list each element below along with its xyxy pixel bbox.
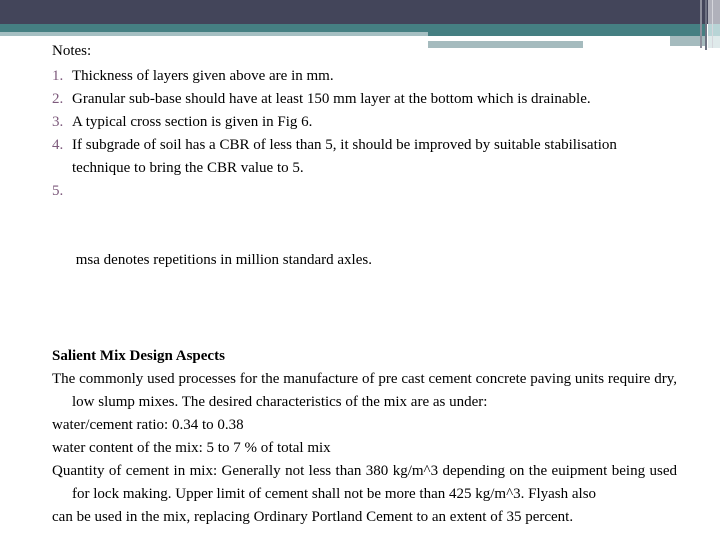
header-white-line — [428, 36, 670, 39]
mix-intro-paragraph: The commonly used processes for the manu… — [52, 371, 677, 410]
note-item: 5. msa denotes repetitions in million st… — [52, 180, 677, 318]
note-item: 1. Thickness of layers given above are i… — [52, 65, 677, 88]
header-dark-band — [0, 0, 720, 24]
note-item: 2. Granular sub-base should have at leas… — [52, 88, 677, 111]
header-corner-block — [708, 24, 720, 36]
note-number: 5. — [52, 183, 64, 199]
slide-body: Notes: 1. Thickness of layers given abov… — [52, 40, 677, 529]
note-number: 4. — [52, 137, 64, 153]
notes-title: Notes: — [52, 43, 92, 59]
header-vertical-stripe — [712, 0, 713, 48]
section-heading: Salient Mix Design Aspects — [52, 348, 225, 364]
note-number: 3. — [52, 114, 64, 130]
note-text: Thickness of layers given above are in m… — [72, 68, 334, 84]
wc-ratio-text: water/cement ratio: 0.34 to 0.38 — [52, 417, 244, 433]
note-number: 1. — [52, 68, 64, 84]
flyash-text: can be used in the mix, replacing Ordina… — [52, 509, 574, 525]
note-text: A typical cross section is given in Fig … — [72, 114, 313, 130]
header-corner-block — [708, 36, 720, 48]
note-text: If subgrade of soil has a CBR of less th… — [72, 137, 617, 176]
note-text: msa denotes repetitions in million stand… — [72, 252, 372, 268]
cement-quantity-paragraph: Quantity of cement in mix: Generally not… — [52, 463, 677, 502]
water-content-text: water content of the mix: 5 to 7 % of to… — [52, 440, 331, 456]
note-item: 3. A typical cross section is given in F… — [52, 111, 677, 134]
header-corner-block — [708, 0, 720, 24]
header-light-strip — [0, 32, 428, 36]
header-vertical-stripe — [705, 0, 707, 50]
note-text: Granular sub-base should have at least 1… — [72, 91, 591, 107]
note-item: 4. If subgrade of soil has a CBR of less… — [52, 134, 677, 180]
header-vertical-stripe — [700, 0, 702, 48]
note-number: 2. — [52, 91, 64, 107]
